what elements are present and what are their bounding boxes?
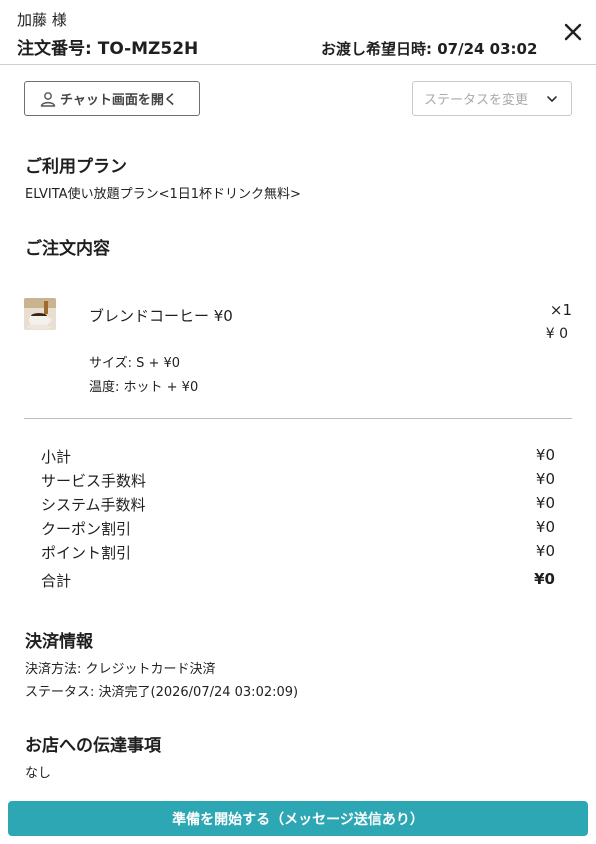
plan-name: ELVITA使い放題プラン<1日1杯ドリンク無料>	[25, 187, 301, 202]
summary-value: ¥0	[535, 518, 555, 536]
item-quantity: ×1	[549, 301, 572, 319]
summary-label: サービス手数料	[41, 472, 147, 490]
notes-text: なし	[25, 766, 52, 781]
summary-value: ¥0	[535, 494, 555, 512]
summary-total-label: 合計	[41, 572, 72, 590]
summary-label: 小計	[41, 448, 72, 466]
payment-method: 決済方法: クレジットカード決済	[25, 662, 216, 677]
summary-row-subtotal: 小計 ¥0	[41, 446, 555, 467]
order-title: ご注文内容	[25, 239, 110, 259]
order-divider	[24, 418, 572, 419]
summary-row-system-fee: システム手数料 ¥0	[41, 494, 555, 515]
item-option-size: サイズ: S + ¥0	[89, 356, 181, 371]
summary-label: ポイント割引	[41, 544, 132, 562]
handover-datetime: お渡し希望日時: 07/24 03:02	[321, 40, 538, 58]
summary-value: ¥0	[535, 446, 555, 464]
order-number: 注文番号: TO-MZ52H	[17, 39, 199, 59]
item-price: ¥ 0	[545, 326, 568, 342]
payment-status: ステータス: 決済完了(2026/07/24 03:02:09)	[25, 685, 299, 700]
open-chat-label: チャット画面を開く	[60, 93, 177, 108]
summary-row-total: 合計 ¥0	[41, 570, 555, 591]
summary-row-points: ポイント割引 ¥0	[41, 542, 555, 563]
coffee-image	[24, 298, 56, 330]
summary-value: ¥0	[535, 470, 555, 488]
item-name: ブレンドコーヒー ¥0	[89, 307, 233, 325]
payment-title: 決済情報	[25, 632, 93, 652]
status-select-placeholder: ステータスを変更	[424, 93, 529, 108]
summary-row-coupon: クーポン割引 ¥0	[41, 518, 555, 539]
order-header: 加藤 様 注文番号: TO-MZ52H お渡し希望日時: 07/24 03:02	[0, 0, 596, 65]
person-icon	[40, 91, 56, 107]
close-icon[interactable]	[562, 21, 584, 43]
open-chat-button[interactable]: チャット画面を開く	[24, 81, 200, 116]
summary-row-service-fee: サービス手数料 ¥0	[41, 470, 555, 491]
summary-value: ¥0	[535, 542, 555, 560]
summary-label: システム手数料	[41, 496, 146, 514]
summary-total-value: ¥0	[534, 570, 555, 588]
summary-label: クーポン割引	[41, 520, 132, 538]
chevron-down-icon	[547, 96, 557, 102]
notes-title: お店への伝達事項	[25, 736, 161, 756]
item-thumbnail	[24, 298, 56, 330]
customer-name: 加藤 様	[17, 11, 67, 29]
start-preparation-button[interactable]: 準備を開始する（メッセージ送信あり）	[8, 801, 588, 836]
item-option-temperature: 温度: ホット + ¥0	[89, 380, 199, 395]
status-select[interactable]: ステータスを変更	[412, 81, 572, 116]
plan-title: ご利用プラン	[25, 157, 127, 177]
